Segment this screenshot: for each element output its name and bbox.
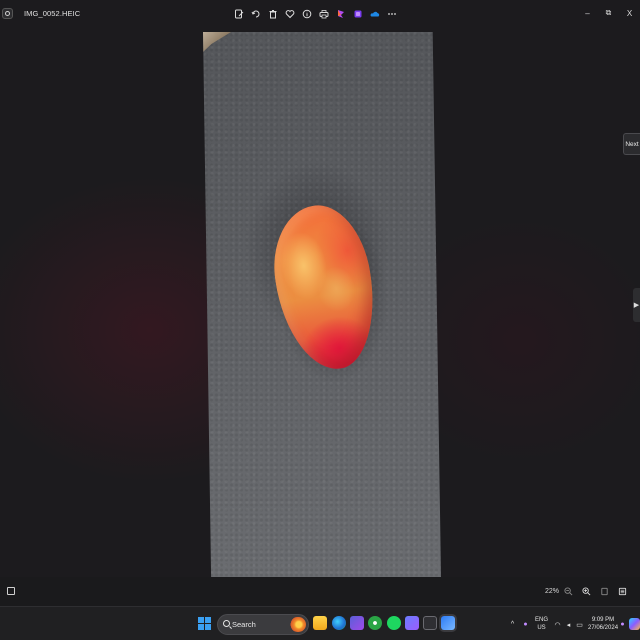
copilot-icon[interactable]	[629, 618, 640, 630]
favorite-icon[interactable]	[283, 6, 296, 22]
delete-icon[interactable]	[266, 6, 279, 22]
fullscreen-icon[interactable]	[617, 586, 628, 597]
zoom-level: 22%	[545, 588, 560, 595]
volume-icon[interactable]: ◂	[564, 620, 573, 629]
status-bar: 22%	[0, 577, 640, 606]
close-button[interactable]: X	[619, 4, 640, 22]
file-explorer-icon[interactable]	[313, 616, 327, 630]
terminal-icon[interactable]	[423, 616, 437, 630]
clipchamp-icon[interactable]	[334, 6, 347, 22]
language-code: ENG	[535, 617, 549, 623]
minimize-button[interactable]: –	[577, 4, 598, 22]
print-icon[interactable]	[317, 6, 330, 22]
file-name: IMG_0052.HEIC	[24, 9, 81, 18]
search-icon	[223, 620, 230, 627]
wifi-icon[interactable]: ◠	[553, 620, 562, 629]
clock-time: 9:09 PM	[591, 617, 615, 623]
microphone-icon[interactable]: ●	[521, 620, 530, 629]
more-icon[interactable]	[385, 6, 398, 22]
photo-canvas	[203, 32, 441, 577]
edit-icon[interactable]	[232, 6, 245, 22]
windows-start-icon[interactable]	[198, 617, 211, 630]
next-arrow-icon[interactable]: ▶	[633, 288, 640, 322]
language-indicator[interactable]: ENG US	[535, 616, 548, 632]
spotify-icon[interactable]	[387, 616, 401, 630]
teams-icon[interactable]	[350, 616, 364, 630]
rotate-icon[interactable]	[249, 6, 262, 22]
edge-icon[interactable]	[332, 616, 346, 630]
filmstrip-icon[interactable]	[7, 587, 15, 595]
maximize-button[interactable]: ⧉	[598, 4, 619, 22]
taskbar: Search ^ ● ENG US ◠ ◂ ▭ 9:09 PM 27/06/20…	[0, 606, 640, 640]
next-button[interactable]: Next	[623, 133, 640, 155]
xbox-icon[interactable]	[368, 616, 382, 630]
photos-app-icon	[2, 8, 13, 19]
designer-icon[interactable]	[351, 6, 364, 22]
discord-icon[interactable]	[405, 616, 419, 630]
onedrive-icon[interactable]	[368, 6, 381, 22]
tray-chevron-icon[interactable]: ^	[508, 620, 517, 629]
title-bar: IMG_0052.HEIC – ⧉ X	[0, 0, 640, 30]
notification-bell-icon[interactable]: ●	[618, 620, 627, 629]
image-toolbar	[232, 6, 398, 22]
language-region: US	[537, 625, 546, 631]
clock-date: 27/06/2024	[588, 625, 619, 631]
fit-to-window-icon[interactable]	[599, 586, 610, 597]
taskbar-search[interactable]: Search	[217, 614, 309, 635]
info-icon[interactable]	[300, 6, 313, 22]
clock[interactable]: 9:09 PM 27/06/2024	[588, 616, 618, 632]
window-controls: – ⧉ X	[577, 4, 640, 22]
search-highlight-icon	[290, 617, 306, 632]
battery-icon[interactable]: ▭	[575, 620, 584, 629]
search-placeholder: Search	[232, 620, 256, 629]
leaf-corner	[203, 32, 231, 52]
zoom-in-icon[interactable]	[581, 586, 592, 597]
zoom-out-icon[interactable]	[563, 586, 574, 597]
photos-icon[interactable]	[441, 616, 455, 630]
photo-viewer-window: IMG_0052.HEIC – ⧉ X Next ▶ 22%	[0, 0, 640, 606]
